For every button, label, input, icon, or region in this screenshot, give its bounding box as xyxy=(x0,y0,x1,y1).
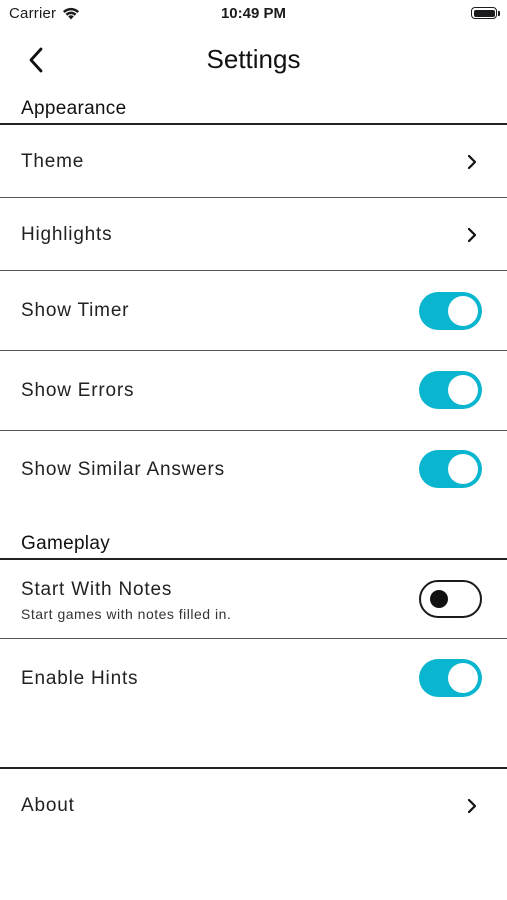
toggle-knob xyxy=(448,296,478,326)
setting-label: Enable Hints xyxy=(21,668,139,689)
setting-label: Show Similar Answers xyxy=(21,459,225,480)
chevron-right-icon xyxy=(467,227,477,243)
setting-row-theme[interactable]: Theme xyxy=(0,125,507,197)
show-similar-answers-toggle[interactable] xyxy=(419,450,482,488)
setting-label: Show Errors xyxy=(21,380,135,401)
setting-row-highlights[interactable]: Highlights xyxy=(0,198,507,270)
chevron-right-icon xyxy=(467,154,477,170)
setting-row-show-errors: Show Errors xyxy=(0,351,507,430)
start-with-notes-toggle[interactable] xyxy=(419,580,482,618)
page-title: Settings xyxy=(206,44,301,74)
chevron-right-icon xyxy=(467,798,477,814)
show-errors-toggle[interactable] xyxy=(419,371,482,409)
setting-label: Theme xyxy=(21,151,85,172)
toggle-knob xyxy=(448,454,478,484)
section-header-appearance: Appearance xyxy=(21,98,127,119)
section-header-gameplay: Gameplay xyxy=(21,533,110,554)
setting-row-show-timer: Show Timer xyxy=(0,271,507,350)
setting-row-about[interactable]: About xyxy=(0,769,507,843)
setting-subtitle: Start games with notes filled in. xyxy=(21,606,232,622)
battery-tip xyxy=(498,11,500,16)
setting-row-show-similar-answers: Show Similar Answers xyxy=(0,431,507,510)
setting-row-start-with-notes: Start With Notes Start games with notes … xyxy=(0,560,507,638)
enable-hints-toggle[interactable] xyxy=(419,659,482,697)
setting-label: Highlights xyxy=(21,224,113,245)
setting-label: Show Timer xyxy=(21,300,130,321)
setting-row-enable-hints: Enable Hints xyxy=(0,639,507,719)
battery-icon xyxy=(471,7,497,19)
status-time: 10:49 PM xyxy=(220,5,287,22)
battery-level xyxy=(473,9,495,17)
setting-label: Start With Notes xyxy=(21,579,173,600)
show-timer-toggle[interactable] xyxy=(419,292,482,330)
toggle-knob xyxy=(430,589,448,608)
toggle-knob xyxy=(448,375,478,405)
setting-label: About xyxy=(21,795,75,816)
toggle-knob xyxy=(448,663,478,693)
